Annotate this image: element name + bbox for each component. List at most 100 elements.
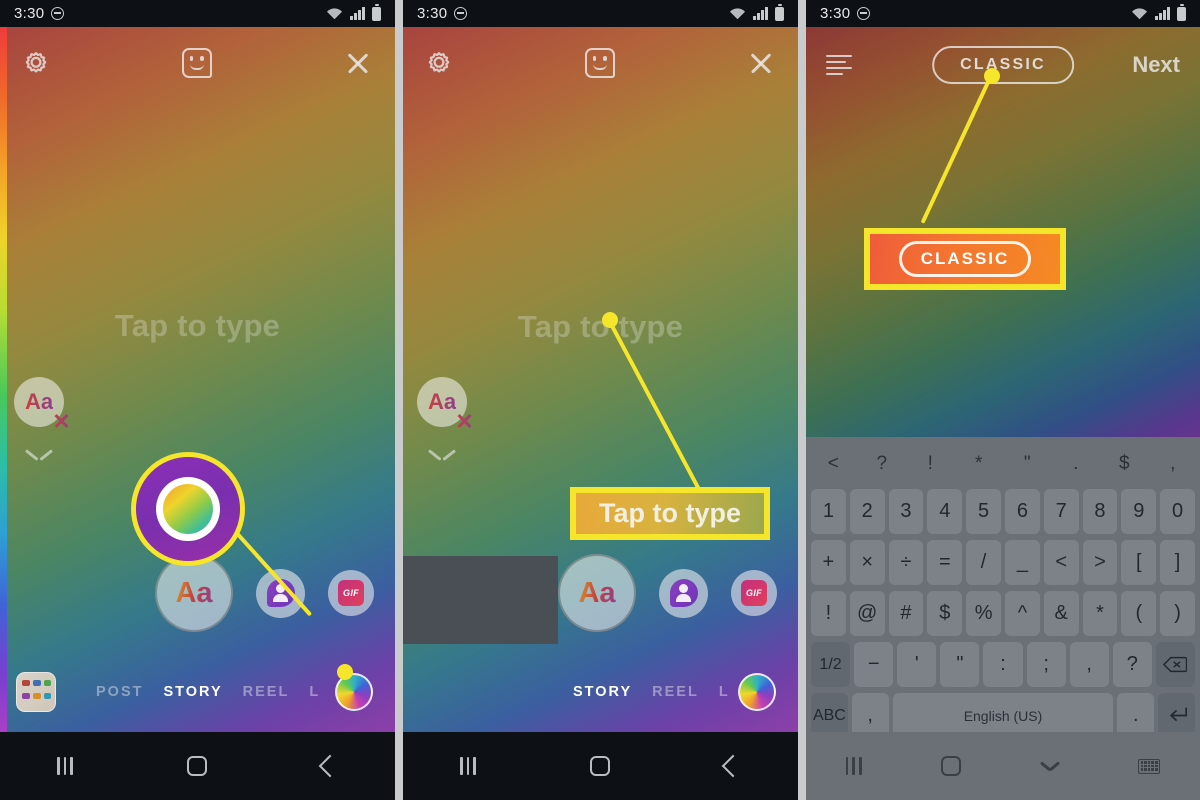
keyboard-icon[interactable]: [1138, 758, 1161, 774]
close-circle-icon[interactable]: ✕: [454, 409, 475, 434]
sticker-smiley-icon[interactable]: [181, 48, 212, 78]
gear-icon[interactable]: [425, 49, 453, 77]
suggestion-key[interactable]: *: [955, 453, 1004, 475]
key[interactable]: 8: [1082, 489, 1118, 534]
rainbow-color-wheel-button-2[interactable]: [738, 673, 776, 711]
text-tool-button-2[interactable]: Aa: [558, 554, 636, 632]
gif-button-2[interactable]: GIF: [731, 570, 777, 616]
phone-panel-1: 3:30 Tap to type Aa ✕ Aa GIF POST STORY …: [0, 0, 395, 800]
close-circle-icon[interactable]: ✕: [51, 409, 72, 434]
key[interactable]: ÷: [888, 540, 924, 585]
tap-to-type-placeholder-2[interactable]: Tap to type: [403, 309, 798, 345]
key[interactable]: #: [888, 591, 924, 636]
story-canvas-2[interactable]: Tap to type Aa ✕ Aa GIF STORY REEL L: [403, 27, 798, 732]
back-icon[interactable]: [721, 754, 745, 778]
home-icon[interactable]: [590, 756, 611, 776]
gif-button[interactable]: GIF: [328, 570, 374, 616]
android-nav-bar-2: [403, 732, 798, 800]
status-bar-time-2: 3:30: [417, 5, 448, 22]
page-toggle-key[interactable]: 1/2: [811, 642, 851, 687]
home-icon[interactable]: [941, 756, 962, 776]
chevron-down-icon[interactable]: [26, 447, 52, 461]
suggestion-key[interactable]: .: [1052, 453, 1101, 475]
key[interactable]: 4: [927, 489, 963, 534]
key[interactable]: _: [1004, 540, 1040, 585]
suggestion-key[interactable]: $: [1100, 453, 1149, 475]
text-style-chip-2[interactable]: Aa ✕: [417, 377, 474, 434]
text-align-icon[interactable]: [826, 55, 852, 75]
key[interactable]: ]: [1160, 540, 1195, 585]
suggestion-key[interactable]: ": [1003, 453, 1052, 475]
recent-apps-icon[interactable]: [460, 757, 476, 775]
key[interactable]: ': [897, 642, 937, 687]
home-icon[interactable]: [187, 756, 208, 776]
suggestion-key[interactable]: ?: [858, 453, 907, 475]
suggestion-key[interactable]: ,: [1149, 453, 1198, 475]
key[interactable]: 3: [888, 489, 924, 534]
backspace-icon[interactable]: [1155, 642, 1195, 687]
key[interactable]: (: [1121, 591, 1157, 636]
key[interactable]: 7: [1043, 489, 1079, 534]
key[interactable]: $: [927, 591, 963, 636]
sticker-smiley-icon[interactable]: [584, 48, 615, 78]
mode-live[interactable]: L: [309, 684, 320, 700]
text-tool-button[interactable]: Aa: [155, 554, 233, 632]
on-screen-keyboard: < ? ! * " . $ , 1 2 3 4 5 6 7 8 9 0 + × …: [806, 437, 1200, 738]
key[interactable]: @: [849, 591, 885, 636]
next-button[interactable]: Next: [1132, 52, 1180, 78]
close-x-icon[interactable]: [343, 48, 373, 78]
chevron-down-icon[interactable]: [1041, 761, 1059, 771]
back-icon[interactable]: [318, 754, 342, 778]
avatar-icon[interactable]: [659, 568, 708, 618]
mode-reel[interactable]: REEL: [243, 684, 290, 700]
key[interactable]: %: [966, 591, 1001, 636]
key[interactable]: [: [1121, 540, 1157, 585]
key[interactable]: 2: [849, 489, 885, 534]
key[interactable]: *: [1082, 591, 1118, 636]
key[interactable]: =: [927, 540, 963, 585]
key[interactable]: −: [854, 642, 894, 687]
key[interactable]: 5: [966, 489, 1001, 534]
key[interactable]: ?: [1112, 642, 1152, 687]
key[interactable]: /: [966, 540, 1001, 585]
key[interactable]: <: [1043, 540, 1079, 585]
mode-live-2[interactable]: L: [719, 684, 730, 700]
key[interactable]: ": [940, 642, 980, 687]
key[interactable]: ): [1160, 591, 1195, 636]
close-x-icon[interactable]: [746, 48, 776, 78]
gallery-thumbnail-icon[interactable]: [16, 672, 56, 712]
key[interactable]: 6: [1004, 489, 1040, 534]
key[interactable]: ;: [1026, 642, 1066, 687]
text-tool-label: Aa: [175, 576, 213, 609]
mode-post[interactable]: POST: [96, 684, 143, 700]
key[interactable]: &: [1043, 591, 1079, 636]
key[interactable]: 1: [811, 489, 846, 534]
capture-mode-bar-2: STORY REEL L: [403, 664, 798, 720]
story-canvas-1[interactable]: Tap to type Aa ✕ Aa GIF POST STORY REEL …: [0, 27, 395, 732]
key[interactable]: ,: [1069, 642, 1109, 687]
gear-icon[interactable]: [22, 49, 50, 77]
mode-story[interactable]: STORY: [163, 684, 222, 700]
mode-story-2[interactable]: STORY: [573, 684, 632, 700]
key[interactable]: +: [811, 540, 846, 585]
key[interactable]: !: [811, 591, 846, 636]
battery-icon: [775, 4, 784, 21]
suggestion-key[interactable]: !: [906, 453, 955, 475]
key[interactable]: :: [983, 642, 1023, 687]
key[interactable]: >: [1082, 540, 1118, 585]
mode-reel-2[interactable]: REEL: [652, 684, 699, 700]
key[interactable]: ^: [1004, 591, 1040, 636]
avatar-icon[interactable]: [256, 568, 305, 618]
text-style-chip[interactable]: Aa ✕: [14, 377, 71, 434]
font-style-pill[interactable]: CLASSIC: [932, 46, 1074, 84]
recent-apps-icon[interactable]: [845, 757, 862, 775]
tap-to-type-placeholder[interactable]: Tap to type: [0, 308, 395, 344]
chevron-down-icon[interactable]: [429, 447, 455, 461]
key[interactable]: ×: [849, 540, 885, 585]
suggestion-key[interactable]: <: [809, 453, 858, 475]
recent-apps-icon[interactable]: [57, 757, 73, 775]
key[interactable]: 0: [1160, 489, 1195, 534]
key[interactable]: 9: [1121, 489, 1157, 534]
cell-signal-icon: [350, 7, 365, 20]
keyboard-row-numbers: 1 2 3 4 5 6 7 8 9 0: [809, 486, 1197, 537]
